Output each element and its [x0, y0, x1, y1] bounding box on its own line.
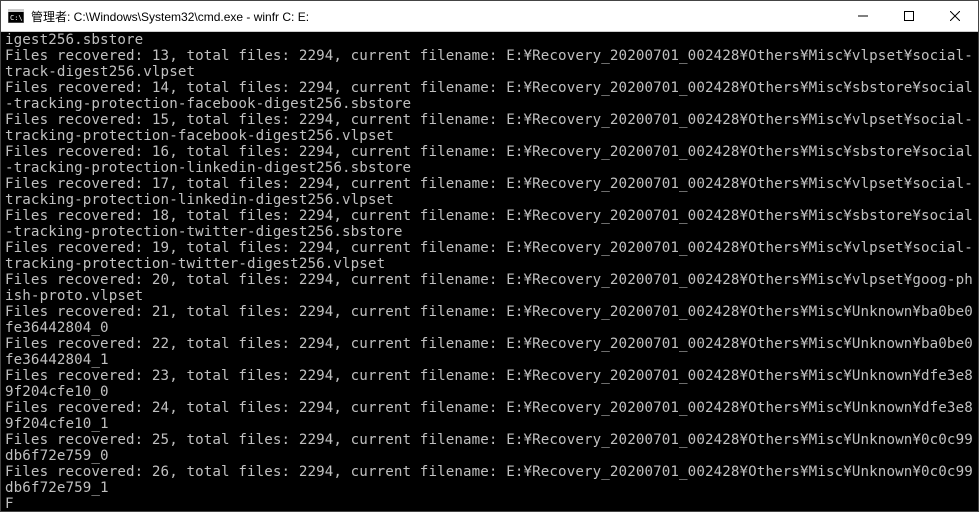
window-title: 管理者: C:\Windows\System32\cmd.exe - winfr…	[31, 8, 840, 25]
close-button[interactable]	[932, 1, 978, 31]
cmd-window: C:\ 管理者: C:\Windows\System32\cmd.exe - w…	[0, 0, 979, 512]
minimize-button[interactable]	[840, 1, 886, 31]
maximize-button[interactable]	[886, 1, 932, 31]
window-controls	[840, 1, 978, 31]
cmd-icon: C:\	[7, 7, 25, 25]
titlebar[interactable]: C:\ 管理者: C:\Windows\System32\cmd.exe - w…	[1, 1, 978, 32]
terminal-output[interactable]: igest256.sbstore Files recovered: 13, to…	[1, 32, 978, 511]
svg-text:C:\: C:\	[10, 14, 23, 22]
